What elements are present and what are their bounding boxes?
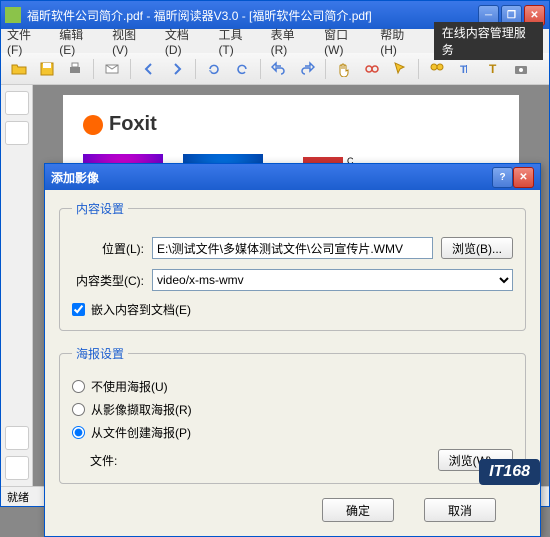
dialog-body: 内容设置 位置(L): 浏览(B)... 内容类型(C): video/x-ms… bbox=[45, 190, 540, 536]
sidebar-pages-icon[interactable] bbox=[5, 121, 29, 145]
dialog-buttons: 确定 取消 bbox=[59, 498, 526, 522]
rotate-icon[interactable] bbox=[202, 57, 226, 81]
poster-settings-group: 海报设置 不使用海报(U) 从影像撷取海报(R) 从文件创建海报(P) 文件: … bbox=[59, 345, 526, 484]
embed-checkbox[interactable] bbox=[72, 303, 85, 316]
email-icon[interactable] bbox=[100, 57, 124, 81]
ok-button[interactable]: 确定 bbox=[322, 498, 394, 522]
dialog-titlebar: 添加影像 ? ✕ bbox=[45, 164, 540, 190]
redo-icon[interactable] bbox=[295, 57, 319, 81]
foxit-text: Foxit bbox=[109, 113, 157, 136]
dialog-close-button[interactable]: ✕ bbox=[513, 167, 534, 188]
dialog-help-button[interactable]: ? bbox=[492, 167, 513, 188]
foxit-logo: Foxit bbox=[83, 105, 499, 144]
from-video-radio[interactable] bbox=[72, 403, 85, 416]
sidebar-attach-icon[interactable] bbox=[5, 456, 29, 480]
location-input[interactable] bbox=[152, 237, 433, 259]
add-media-dialog: 添加影像 ? ✕ 内容设置 位置(L): 浏览(B)... 内容类型(C): v… bbox=[44, 163, 541, 537]
file-label: 文件: bbox=[90, 452, 117, 469]
status-text: 就绪 bbox=[7, 489, 29, 505]
undo-icon[interactable] bbox=[267, 57, 291, 81]
cancel-button[interactable]: 取消 bbox=[424, 498, 496, 522]
menu-window[interactable]: 窗口(W) bbox=[324, 26, 366, 57]
open-icon[interactable] bbox=[7, 57, 31, 81]
menubar: 文件(F) 编辑(E) 视图(V) 文档(D) 工具(T) 表单(R) 窗口(W… bbox=[1, 29, 549, 53]
menu-file[interactable]: 文件(F) bbox=[7, 26, 45, 57]
print-icon[interactable] bbox=[63, 57, 87, 81]
poster-settings-legend: 海报设置 bbox=[72, 345, 128, 362]
location-label: 位置(L): bbox=[72, 240, 144, 257]
nav-prev-icon[interactable] bbox=[137, 57, 161, 81]
browse-location-button[interactable]: 浏览(B)... bbox=[441, 237, 513, 259]
no-poster-radio[interactable] bbox=[72, 380, 85, 393]
foxit-mark-icon bbox=[83, 115, 103, 135]
content-type-label: 内容类型(C): bbox=[72, 272, 144, 289]
no-poster-label: 不使用海报(U) bbox=[91, 378, 168, 395]
menu-tools[interactable]: 工具(T) bbox=[218, 26, 256, 57]
content-settings-group: 内容设置 位置(L): 浏览(B)... 内容类型(C): video/x-ms… bbox=[59, 200, 526, 331]
embed-label: 嵌入内容到文档(E) bbox=[91, 301, 191, 318]
sidebar-layers-icon[interactable] bbox=[5, 426, 29, 450]
sidebar-bookmarks-icon[interactable] bbox=[5, 91, 29, 115]
menu-help[interactable]: 帮助(H) bbox=[380, 26, 420, 57]
from-video-label: 从影像撷取海报(R) bbox=[91, 401, 192, 418]
rotate2-icon[interactable] bbox=[230, 57, 254, 81]
save-icon[interactable] bbox=[35, 57, 59, 81]
menu-edit[interactable]: 编辑(E) bbox=[59, 26, 98, 57]
nav-next-icon[interactable] bbox=[165, 57, 189, 81]
find-icon[interactable] bbox=[425, 57, 449, 81]
text-select-icon[interactable]: T bbox=[453, 57, 477, 81]
hand-icon[interactable] bbox=[332, 57, 356, 81]
dialog-title: 添加影像 bbox=[51, 169, 492, 186]
glasses-icon[interactable] bbox=[360, 57, 384, 81]
menu-view[interactable]: 视图(V) bbox=[112, 26, 151, 57]
toolbar: T T bbox=[1, 53, 549, 85]
watermark: IT168 bbox=[479, 459, 540, 485]
content-settings-legend: 内容设置 bbox=[72, 200, 128, 217]
menu-forms[interactable]: 表单(R) bbox=[271, 26, 311, 57]
pointer-icon[interactable] bbox=[388, 57, 412, 81]
app-icon bbox=[5, 7, 21, 23]
from-file-label: 从文件创建海报(P) bbox=[91, 424, 191, 441]
svg-text:T: T bbox=[460, 64, 467, 76]
text-tool-icon[interactable]: T bbox=[481, 57, 505, 81]
menu-document[interactable]: 文档(D) bbox=[165, 26, 205, 57]
banner-ad[interactable]: 在线内容管理服务 bbox=[434, 22, 543, 60]
from-file-radio[interactable] bbox=[72, 426, 85, 439]
svg-text:T: T bbox=[489, 62, 497, 76]
window-title: 福昕软件公司简介.pdf - 福昕阅读器V3.0 - [福昕软件公司简介.pdf… bbox=[27, 7, 478, 24]
snapshot-icon[interactable] bbox=[509, 57, 533, 81]
sidebar bbox=[1, 85, 33, 486]
content-type-select[interactable]: video/x-ms-wmv bbox=[152, 269, 513, 291]
